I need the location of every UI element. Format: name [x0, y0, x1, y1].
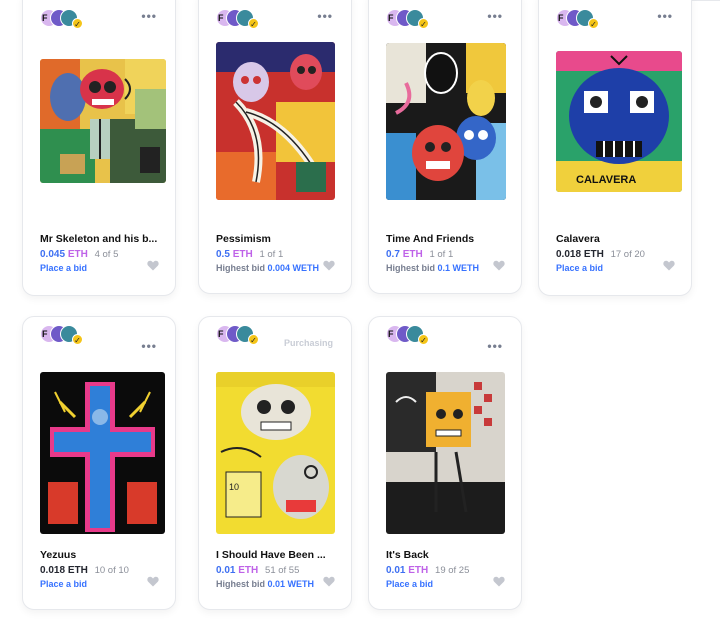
bid-row: Place a bid — [40, 579, 87, 589]
price-value: 0.01 — [216, 565, 236, 576]
nft-card[interactable]: F ✓ ••• CALAVERA Calavera 0.018 ETH 17 o… — [538, 0, 692, 296]
check-badge-icon: ✓ — [248, 18, 259, 29]
edition-count: 1 of 1 — [429, 249, 454, 260]
check-badge-icon: ✓ — [588, 18, 599, 29]
artwork-image[interactable] — [40, 372, 165, 534]
price-currency: ETH — [232, 249, 253, 260]
highest-bid-label: Highest bid — [216, 579, 265, 589]
edition-count: 4 of 5 — [94, 249, 119, 260]
edition-count: 19 of 25 — [435, 565, 470, 576]
nft-card[interactable]: F ✓ ••• Yezuus 0.018 ETH 10 of 10 Place … — [22, 316, 176, 610]
more-options-button[interactable]: ••• — [141, 340, 157, 352]
artwork-image[interactable] — [216, 42, 335, 200]
more-options-button[interactable]: ••• — [141, 10, 157, 22]
place-bid-link[interactable]: Place a bid — [386, 579, 433, 589]
check-badge-icon: ✓ — [72, 334, 83, 345]
nft-card[interactable]: F ✓ ••• Pessimism 0.5 ETH 1 of 1 Highest… — [198, 0, 352, 294]
artwork-image[interactable] — [40, 59, 166, 183]
price-currency: ETH — [408, 565, 429, 576]
artwork-image[interactable]: CALAVERA — [556, 51, 682, 192]
highest-bid-value: 0.004 WETH — [267, 263, 320, 273]
card-title[interactable]: I Should Have Been ... — [216, 549, 326, 561]
price-currency: ETH — [583, 249, 604, 260]
price-row: 0.018 ETH 10 of 10 — [40, 565, 129, 576]
card-title[interactable]: Yezuus — [40, 549, 76, 561]
card-title[interactable]: Calavera — [556, 233, 600, 245]
place-bid-link[interactable]: Place a bid — [556, 263, 603, 273]
bid-row: Highest bid 0.004 WETH — [216, 263, 319, 273]
check-badge-icon: ✓ — [248, 334, 259, 345]
more-options-button[interactable]: ••• — [317, 10, 333, 22]
nft-card[interactable]: F ✓ ••• — [368, 0, 522, 294]
edition-count: 10 of 10 — [94, 565, 129, 576]
price-row: 0.045 ETH 4 of 5 — [40, 249, 118, 260]
price-currency: ETH — [402, 249, 423, 260]
bid-row: Place a bid — [40, 263, 87, 273]
edition-count: 17 of 20 — [610, 249, 645, 260]
check-badge-icon: ✓ — [418, 334, 429, 345]
svg-text:CALAVERA: CALAVERA — [576, 174, 636, 186]
card-title[interactable]: It's Back — [386, 549, 429, 561]
nft-card[interactable]: F ✓ ••• — [22, 0, 176, 296]
edition-count: 1 of 1 — [259, 249, 284, 260]
more-options-button[interactable]: ••• — [657, 10, 673, 22]
price-value: 0.01 — [386, 565, 406, 576]
price-row: 0.7 ETH 1 of 1 — [386, 249, 453, 260]
check-badge-icon: ✓ — [418, 18, 429, 29]
price-currency: ETH — [67, 565, 88, 576]
heart-icon[interactable] — [147, 260, 159, 271]
more-options-button[interactable]: ••• — [487, 10, 503, 22]
price-row: 0.5 ETH 1 of 1 — [216, 249, 283, 260]
highest-bid-value: 0.1 WETH — [437, 263, 480, 273]
check-badge-icon: ✓ — [72, 18, 83, 29]
card-title[interactable]: Mr Skeleton and his b... — [40, 233, 157, 245]
price-value: 0.7 — [386, 249, 400, 260]
highest-bid-value: 0.01 WETH — [267, 579, 315, 589]
heart-icon[interactable] — [493, 260, 505, 271]
artwork-image[interactable] — [386, 43, 506, 200]
artwork-image[interactable] — [386, 372, 505, 534]
price-row: 0.01 ETH 51 of 55 — [216, 565, 299, 576]
highest-bid-label: Highest bid — [386, 263, 435, 273]
nft-card[interactable]: F ✓ Purchasing 10 I Should Have Been ...… — [198, 316, 352, 610]
purchasing-status: Purchasing — [283, 338, 333, 348]
heart-icon[interactable] — [323, 576, 335, 587]
bid-row: Place a bid — [556, 263, 603, 273]
more-options-button[interactable]: ••• — [487, 340, 503, 352]
bid-row: Highest bid 0.01 WETH — [216, 579, 314, 589]
highest-bid-label: Highest bid — [216, 263, 265, 273]
nft-card[interactable]: F ✓ ••• It's Back 0.01 ETH 19 of 25 Plac — [368, 316, 522, 610]
creator-avatars[interactable]: F ✓ — [386, 9, 434, 29]
price-currency: ETH — [238, 565, 259, 576]
place-bid-link[interactable]: Place a bid — [40, 263, 87, 273]
svg-text:10: 10 — [229, 482, 239, 492]
creator-avatars[interactable]: F ✓ — [556, 9, 604, 29]
price-row: 0.018 ETH 17 of 20 — [556, 249, 645, 260]
creator-avatars[interactable]: F ✓ — [40, 9, 88, 29]
artwork-image[interactable]: 10 — [216, 372, 335, 534]
price-value: 0.018 — [40, 565, 66, 576]
price-value: 0.018 — [556, 249, 582, 260]
creator-avatars[interactable]: F ✓ — [216, 325, 264, 345]
edition-count: 51 of 55 — [265, 565, 300, 576]
place-bid-link[interactable]: Place a bid — [40, 579, 87, 589]
card-title[interactable]: Time And Friends — [386, 233, 474, 245]
card-title[interactable]: Pessimism — [216, 233, 271, 245]
bid-row: Place a bid — [386, 579, 433, 589]
heart-icon[interactable] — [147, 576, 159, 587]
creator-avatars[interactable]: F ✓ — [40, 325, 88, 345]
bid-row: Highest bid 0.1 WETH — [386, 263, 479, 273]
price-currency: ETH — [67, 249, 88, 260]
price-value: 0.5 — [216, 249, 230, 260]
heart-icon[interactable] — [663, 260, 675, 271]
heart-icon[interactable] — [493, 576, 505, 587]
creator-avatars[interactable]: F ✓ — [386, 325, 434, 345]
heart-icon[interactable] — [323, 260, 335, 271]
price-row: 0.01 ETH 19 of 25 — [386, 565, 469, 576]
creator-avatars[interactable]: F ✓ — [216, 9, 264, 29]
price-value: 0.045 — [40, 249, 66, 260]
